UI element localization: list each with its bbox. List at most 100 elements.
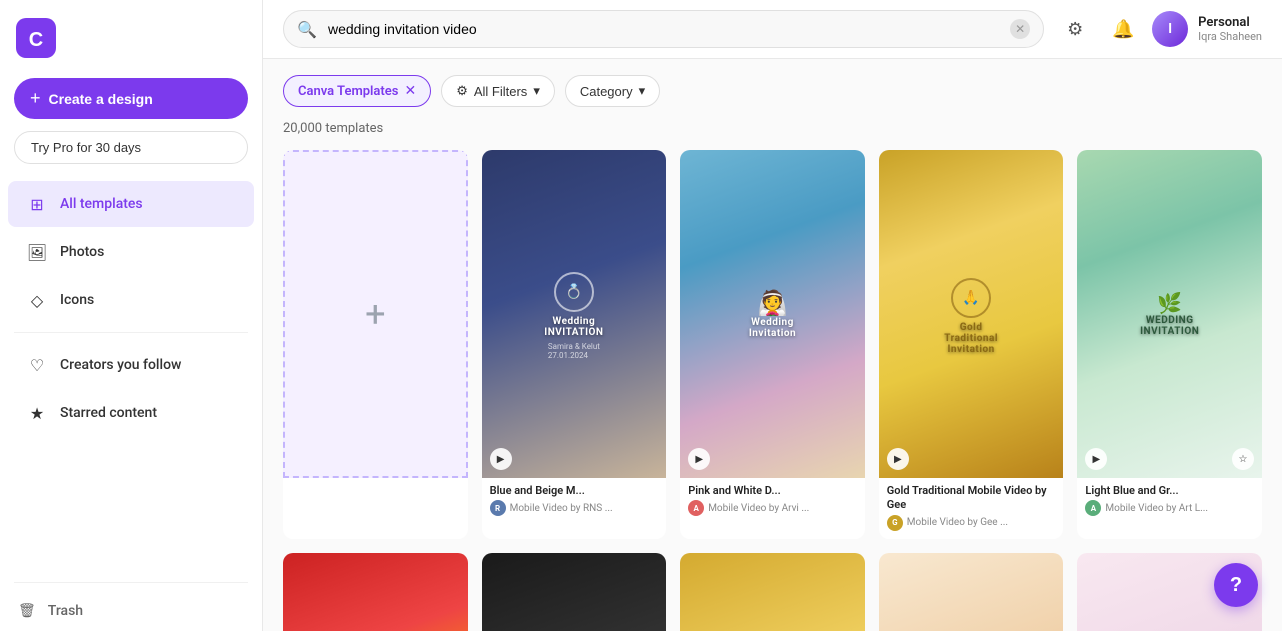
create-blank-card[interactable]: + xyxy=(283,150,468,539)
try-pro-button[interactable]: Try Pro for 30 days xyxy=(14,131,248,164)
creator-avatar: R xyxy=(490,500,506,516)
plus-icon: + xyxy=(30,88,41,109)
canva-templates-chip-close[interactable]: ✕ xyxy=(404,83,416,99)
sidebar-item-templates[interactable]: ⊞ All templates xyxy=(8,181,254,227)
card-blue-beige-image: 💍 WeddingINVITATION Samira & Kelut27.01.… xyxy=(482,150,667,478)
all-filters-chevron-icon: ▾ xyxy=(533,83,540,99)
settings-icon: ⚙ xyxy=(1067,19,1083,40)
card-subtitle: A Mobile Video by Arvi ... xyxy=(688,500,857,516)
card-gold-invite-image: Suri WeddingInvitation xyxy=(680,553,865,631)
topbar-icons-group: ⚙ 🔔 I Personal Iqra Shaheen xyxy=(1056,10,1262,48)
card-title: Light Blue and Gr... xyxy=(1085,484,1254,498)
sidebar-item-starred[interactable]: ★ Starred content xyxy=(8,390,254,436)
card-info-light-blue-green: Light Blue and Gr... A Mobile Video by A… xyxy=(1077,478,1262,524)
card-info-pink-white: Pink and White D... A Mobile Video by Ar… xyxy=(680,478,865,524)
card-title: Blue and Beige M... xyxy=(490,484,659,498)
svg-text:C: C xyxy=(29,29,43,51)
main-content: 🔍 ✕ ⚙ 🔔 I Personal Iqra Shaheen Canva Te… xyxy=(263,0,1282,631)
starred-icon: ★ xyxy=(26,402,48,424)
canva-templates-chip-label: Canva Templates xyxy=(298,84,398,99)
sidebar-item-icons[interactable]: ◇ Icons xyxy=(8,277,254,323)
sidebar-item-trash[interactable]: 🗑 Trash xyxy=(0,591,262,631)
sidebar-item-icons-label: Icons xyxy=(60,292,94,308)
canva-logo-icon: C xyxy=(16,18,56,58)
sidebar-item-creators-label: Creators you follow xyxy=(60,357,181,373)
card-inner-text: WeddingINVITATION xyxy=(544,316,603,338)
card-title: Gold Traditional Mobile Video by Gee xyxy=(887,484,1056,513)
template-card-gold-trad[interactable]: 🙏 GoldTraditionalInvitation ▶ Gold Tradi… xyxy=(879,150,1064,539)
user-info[interactable]: Personal Iqra Shaheen xyxy=(1198,15,1262,43)
content-area: Canva Templates ✕ ⚙ All Filters ▾ Catego… xyxy=(263,59,1282,631)
category-label: Category xyxy=(580,84,633,99)
template-card-gold-invite[interactable]: Suri WeddingInvitation Gold Wedding Invi… xyxy=(680,553,865,631)
sidebar: C + Create a design Try Pro for 30 days … xyxy=(0,0,263,631)
filters-row: Canva Templates ✕ ⚙ All Filters ▾ Catego… xyxy=(283,75,1262,107)
creator-avatar: A xyxy=(1085,500,1101,516)
category-chevron-icon: ▾ xyxy=(639,83,646,99)
logo-area: C xyxy=(0,0,262,70)
creator-avatar: G xyxy=(887,515,903,531)
sidebar-item-templates-label: All templates xyxy=(60,196,143,212)
template-card-light-blue-green[interactable]: 🌿 WEDDINGINVITATION ▶ ☆ Light Blue and G… xyxy=(1077,150,1262,539)
trash-icon: 🗑 xyxy=(18,603,36,619)
sidebar-navigation: ⊞ All templates 🖼 Photos ◇ Icons ♡ Creat… xyxy=(0,172,262,574)
card-inner-text: WeddingInvitation xyxy=(749,317,796,339)
results-count: 20,000 templates xyxy=(283,121,1262,136)
sidebar-item-trash-label: Trash xyxy=(48,603,83,619)
category-button[interactable]: Category ▾ xyxy=(565,75,660,107)
card-red-trad-image: 🙏 || Shree Ganeshay Namah || AK xyxy=(283,553,468,631)
create-design-button[interactable]: + Create a design xyxy=(14,78,248,119)
all-filters-button[interactable]: ⚙ All Filters ▾ xyxy=(441,75,555,107)
card-light-blue-green-image: 🌿 WEDDINGINVITATION ▶ ☆ xyxy=(1077,150,1262,478)
card-gold-trad-image: 🙏 GoldTraditionalInvitation ▶ xyxy=(879,150,1064,478)
template-card-save-date[interactable]: Savethe Date Save the Date S Mobile Vide… xyxy=(879,553,1064,631)
template-card-dark-bw[interactable]: 💑 Jamie & ...SAVE THE DATE · JANUARY 30,… xyxy=(482,553,667,631)
bell-icon: 🔔 xyxy=(1112,19,1134,40)
creators-icon: ♡ xyxy=(26,354,48,376)
card-info-gold-trad: Gold Traditional Mobile Video by Gee G M… xyxy=(879,478,1064,539)
try-pro-label: Try Pro for 30 days xyxy=(31,140,141,155)
card-save-date-image: Savethe Date xyxy=(879,553,1064,631)
create-blank-image: + xyxy=(283,150,468,478)
card-subtitle: A Mobile Video by Art L... xyxy=(1085,500,1254,516)
templates-icon: ⊞ xyxy=(26,193,48,215)
card-subtitle: R Mobile Video by RNS ... xyxy=(490,500,659,516)
create-design-label: Create a design xyxy=(49,91,153,107)
sidebar-item-photos-label: Photos xyxy=(60,244,104,260)
card-title: Pink and White D... xyxy=(688,484,857,498)
template-card-blue-beige[interactable]: 💍 WeddingINVITATION Samira & Kelut27.01.… xyxy=(482,150,667,539)
user-username: Iqra Shaheen xyxy=(1198,30,1262,43)
card-pink-white-image: 👰 WeddingInvitation ▶ xyxy=(680,150,865,478)
search-icon: 🔍 xyxy=(297,20,317,39)
user-avatar[interactable]: I xyxy=(1152,11,1188,47)
templates-grid: + 💍 WeddingINVITATION Samira & Kelut27.0… xyxy=(283,150,1262,631)
template-card-pink-white[interactable]: 👰 WeddingInvitation ▶ Pink and White D..… xyxy=(680,150,865,539)
sidebar-bottom-divider xyxy=(14,582,248,583)
create-blank-plus-icon: + xyxy=(365,293,385,335)
filter-sliders-icon: ⚙ xyxy=(456,83,468,99)
card-subtitle: G Mobile Video by Gee ... xyxy=(887,515,1056,531)
card-info-blue-beige: Blue and Beige M... R Mobile Video by RN… xyxy=(482,478,667,524)
help-button[interactable]: ? xyxy=(1214,563,1258,607)
sidebar-item-creators[interactable]: ♡ Creators you follow xyxy=(8,342,254,388)
card-dark-bw-image: 💑 Jamie & ...SAVE THE DATE · JANUARY 30,… xyxy=(482,553,667,631)
creator-avatar: A xyxy=(688,500,704,516)
sidebar-item-photos[interactable]: 🖼 Photos xyxy=(8,229,254,275)
sidebar-divider xyxy=(14,332,248,333)
settings-button[interactable]: ⚙ xyxy=(1056,10,1094,48)
help-icon: ? xyxy=(1230,574,1242,597)
topbar: 🔍 ✕ ⚙ 🔔 I Personal Iqra Shaheen xyxy=(263,0,1282,59)
card-ornament: 💍 xyxy=(554,272,594,312)
photos-icon: 🖼 xyxy=(26,241,48,263)
sidebar-item-starred-label: Starred content xyxy=(60,405,157,421)
play-icon: ▶ xyxy=(490,448,512,470)
notifications-button[interactable]: 🔔 xyxy=(1104,10,1142,48)
template-card-red-trad[interactable]: 🙏 || Shree Ganeshay Namah || AK Red Trad… xyxy=(283,553,468,631)
search-input[interactable] xyxy=(283,10,1044,48)
user-name: Personal xyxy=(1198,15,1262,30)
canva-templates-chip[interactable]: Canva Templates ✕ xyxy=(283,75,431,107)
play-icon: ▶ xyxy=(887,448,909,470)
card-ornament: 🙏 xyxy=(951,278,991,318)
card-inner-text: GoldTraditionalInvitation xyxy=(944,322,998,355)
card-inner-text: WEDDINGINVITATION xyxy=(1140,315,1199,337)
